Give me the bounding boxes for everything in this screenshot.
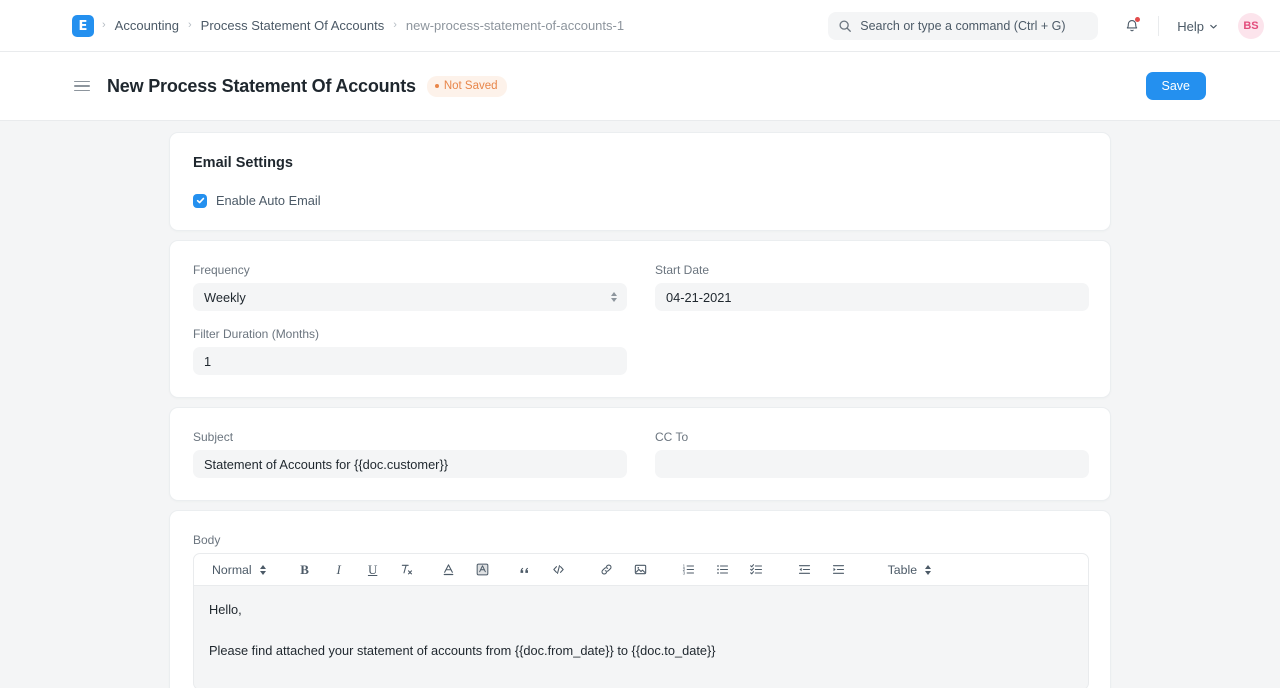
cc-to-label: CC To (655, 430, 1089, 444)
field-start-date: Start Date 04-21-2021 (655, 263, 1089, 311)
card-email-fields: Subject Statement of Accounts for {{doc.… (169, 407, 1111, 501)
field-subject: Subject Statement of Accounts for {{doc.… (193, 430, 627, 478)
breadcrumb-item-process-statement[interactable]: Process Statement Of Accounts (201, 18, 385, 33)
font-color-icon[interactable] (438, 558, 460, 582)
save-button[interactable]: Save (1146, 72, 1207, 100)
blockquote-icon[interactable] (514, 558, 536, 582)
field-cc-to: CC To (655, 430, 1089, 478)
top-navbar: E › Accounting › Process Statement Of Ac… (0, 0, 1280, 52)
navbar-right-group: Help BS (828, 0, 1264, 52)
status-badge-label: Not Saved (444, 80, 498, 92)
page-title: New Process Statement Of Accounts (107, 76, 416, 97)
cc-to-input[interactable] (655, 450, 1089, 478)
start-date-value: 04-21-2021 (666, 290, 731, 305)
cc-to-column: CC To (655, 430, 1089, 478)
search-icon (838, 19, 852, 33)
page-header: New Process Statement Of Accounts Not Sa… (0, 52, 1280, 121)
start-date-label: Start Date (655, 263, 1089, 277)
subject-label: Subject (193, 430, 627, 444)
help-label: Help (1177, 19, 1204, 34)
bullet-list-icon[interactable] (712, 558, 734, 582)
form-content-area: Email Settings Enable Auto Email Frequen… (0, 121, 1280, 688)
chevron-right-icon: › (102, 20, 106, 31)
schedule-right-column: Start Date 04-21-2021 (655, 263, 1089, 375)
status-dot-icon (435, 84, 439, 88)
filter-duration-input[interactable]: 1 (193, 347, 627, 375)
start-date-input[interactable]: 04-21-2021 (655, 283, 1089, 311)
frequency-value: Weekly (204, 290, 246, 305)
section-title-email-settings: Email Settings (193, 155, 1087, 171)
editor-toolbar: Normal B I U (193, 553, 1089, 586)
breadcrumb-item-current: new-process-statement-of-accounts-1 (406, 18, 624, 33)
breadcrumb-item-accounting[interactable]: Accounting (115, 18, 179, 33)
body-label: Body (193, 533, 1087, 547)
erpnext-logo-icon[interactable]: E (72, 15, 94, 37)
enable-auto-email-label: Enable Auto Email (216, 193, 321, 208)
schedule-left-column: Frequency Weekly Filter Duration (Months… (193, 263, 627, 375)
editor-content[interactable]: Hello, Please find attached your stateme… (193, 586, 1089, 688)
logo-letter: E (79, 20, 88, 33)
svg-text:3: 3 (683, 571, 686, 576)
search-input[interactable] (860, 19, 1088, 33)
field-frequency: Frequency Weekly (193, 263, 627, 311)
italic-icon[interactable]: I (328, 558, 350, 582)
notifications-button[interactable] (1118, 12, 1146, 40)
indent-icon[interactable] (828, 558, 850, 582)
navbar-divider (1158, 16, 1159, 36)
frequency-select[interactable]: Weekly (193, 283, 627, 311)
link-icon[interactable] (596, 558, 618, 582)
card-schedule: Frequency Weekly Filter Duration (Months… (169, 240, 1111, 398)
select-updown-icon (611, 292, 617, 302)
rich-text-editor: Normal B I U (193, 553, 1089, 688)
status-badge: Not Saved (427, 76, 507, 97)
underline-icon[interactable]: U (362, 558, 384, 582)
subject-input[interactable]: Statement of Accounts for {{doc.customer… (193, 450, 627, 478)
outdent-icon[interactable] (794, 558, 816, 582)
table-dropdown[interactable]: Table (882, 563, 923, 577)
paragraph-style-updown-icon[interactable] (260, 565, 266, 575)
subject-column: Subject Statement of Accounts for {{doc.… (193, 430, 627, 478)
editor-paragraph-greeting: Hello, (209, 600, 1073, 620)
highlight-icon[interactable] (472, 558, 494, 582)
bold-icon[interactable]: B (294, 558, 316, 582)
enable-auto-email-row[interactable]: Enable Auto Email (193, 193, 1087, 208)
field-filter-duration: Filter Duration (Months) 1 (193, 327, 627, 375)
chevron-right-icon: › (393, 20, 397, 31)
card-body: Body Normal B I U (169, 510, 1111, 688)
filter-duration-label: Filter Duration (Months) (193, 327, 627, 341)
breadcrumb: › Accounting › Process Statement Of Acco… (102, 18, 624, 33)
checklist-icon[interactable] (746, 558, 768, 582)
enable-auto-email-checkbox[interactable] (193, 194, 207, 208)
image-icon[interactable] (630, 558, 652, 582)
search-box[interactable] (828, 12, 1098, 40)
card-email-settings: Email Settings Enable Auto Email (169, 132, 1111, 231)
frequency-label: Frequency (193, 263, 627, 277)
hamburger-menu-icon[interactable] (74, 81, 90, 92)
help-menu-button[interactable]: Help (1171, 15, 1224, 38)
user-avatar[interactable]: BS (1238, 13, 1264, 39)
clear-format-icon[interactable] (396, 558, 418, 582)
subject-value: Statement of Accounts for {{doc.customer… (204, 457, 448, 472)
ordered-list-icon[interactable]: 1 2 3 (678, 558, 700, 582)
paragraph-style-dropdown[interactable]: Normal (206, 563, 258, 577)
avatar-initials: BS (1243, 20, 1258, 32)
table-updown-icon[interactable] (925, 565, 931, 575)
editor-paragraph-message: Please find attached your statement of a… (209, 641, 1073, 661)
code-icon[interactable] (548, 558, 570, 582)
chevron-right-icon: › (188, 20, 192, 31)
chevron-down-icon (1209, 22, 1218, 31)
filter-duration-value: 1 (204, 354, 211, 369)
